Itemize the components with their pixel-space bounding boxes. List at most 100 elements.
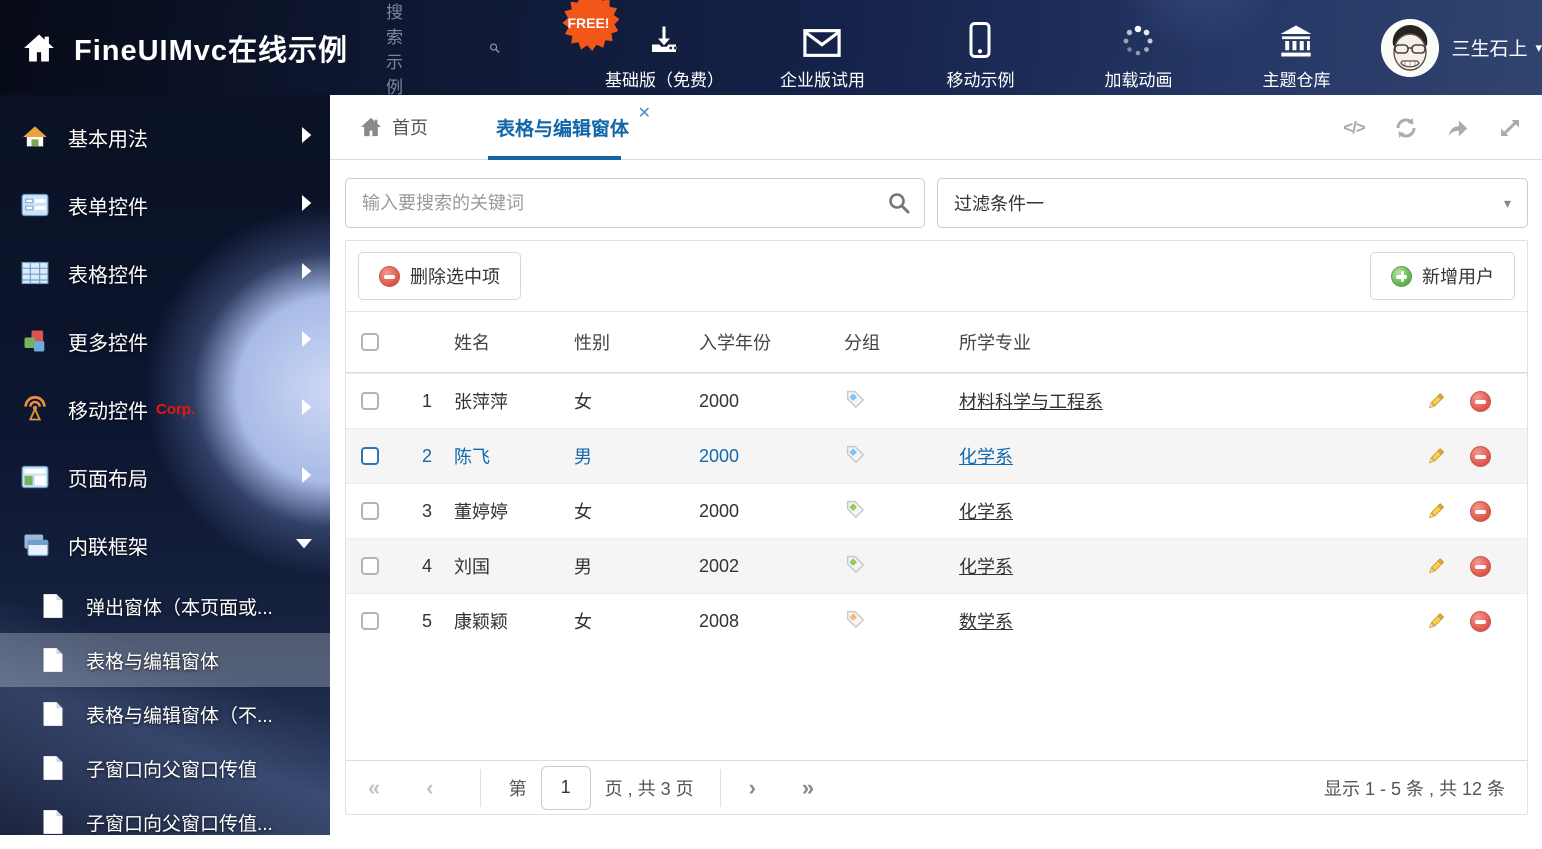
tab-grid-edit-window[interactable]: 表格与编辑窗体 ✕	[487, 95, 651, 160]
edit-icon[interactable]	[1425, 556, 1446, 577]
row-checkbox[interactable]	[361, 502, 379, 520]
search-icon[interactable]	[887, 191, 911, 215]
chevron-right-icon	[300, 330, 312, 352]
col-header-year[interactable]: 入学年份	[699, 329, 844, 355]
sidebar-item-page-layout[interactable]: 页面布局	[0, 443, 330, 511]
pagination-bar: « ‹ 第 页 , 共 3 页 › » 显示 1 - 5 条 , 共 12 条	[346, 760, 1527, 814]
delete-icon[interactable]	[1470, 555, 1491, 577]
col-header-gender[interactable]: 性别	[574, 329, 699, 355]
page-suffix: 页 , 共 3 页	[604, 778, 694, 799]
caret-down-icon: ▾	[1535, 39, 1542, 55]
delete-icon[interactable]	[1470, 390, 1491, 412]
sidebar-item-iframe[interactable]: 内联框架	[0, 511, 330, 579]
page-prefix: 第	[508, 778, 527, 799]
edit-icon[interactable]	[1425, 501, 1446, 522]
major-link[interactable]: 材料科学与工程系	[959, 392, 1103, 412]
page-number-input[interactable]	[540, 765, 591, 810]
grid-icon	[20, 258, 50, 288]
major-link[interactable]: 化学系	[959, 502, 1013, 522]
edit-icon[interactable]	[1425, 391, 1446, 412]
table-row[interactable]: 4 刘国 男 2002 化学系	[346, 538, 1527, 593]
pager-divider	[479, 768, 481, 807]
bank-icon	[1277, 18, 1315, 58]
plus-icon	[1391, 265, 1412, 287]
first-page-button[interactable]: «	[368, 775, 380, 801]
table-row[interactable]: 5 康颖颖 女 2008 数学系	[346, 593, 1527, 648]
sidebar-item-basic-usage[interactable]: 基本用法	[0, 103, 330, 171]
keyword-search	[345, 178, 925, 228]
col-header-name[interactable]: 姓名	[454, 329, 574, 355]
user-name: 三生石上	[1451, 39, 1528, 60]
envelope-icon	[803, 18, 842, 58]
delete-icon[interactable]	[1470, 610, 1491, 632]
sidebar-subitem-grid-edit-window-2[interactable]: 表格与编辑窗体（不...	[0, 687, 330, 741]
sidebar-subitem-popup-window[interactable]: 弹出窗体（本页面或...	[0, 579, 330, 633]
form-icon	[20, 190, 50, 220]
select-all-checkbox[interactable]	[361, 333, 379, 351]
col-header-major[interactable]: 所学专业	[959, 329, 1417, 355]
antenna-icon	[20, 394, 50, 424]
view-source-icon[interactable]: </>	[1342, 116, 1366, 140]
layout-icon	[20, 462, 50, 492]
edit-icon[interactable]	[1425, 611, 1446, 632]
edit-icon[interactable]	[1425, 446, 1446, 467]
delete-icon[interactable]	[1470, 445, 1491, 467]
tab-home[interactable]: 首页	[360, 114, 428, 140]
row-checkbox[interactable]	[361, 392, 379, 410]
add-user-button[interactable]: 新增用户	[1370, 252, 1515, 300]
last-page-button[interactable]: »	[802, 775, 814, 801]
col-header-group[interactable]: 分组	[844, 329, 959, 355]
nav-item-basic-free[interactable]: FREE! 基础版（免费）	[562, 0, 724, 91]
sidebar-subitem-child-to-parent-2[interactable]: 子窗口向父窗口传值...	[0, 795, 330, 849]
tag-icon	[846, 390, 865, 408]
tag-icon	[846, 500, 865, 518]
delete-icon[interactable]	[1470, 500, 1491, 522]
nav-item-loading-animation[interactable]: 加载动画	[1079, 4, 1197, 91]
refresh-icon[interactable]	[1394, 116, 1418, 140]
home-icon	[361, 117, 381, 137]
home-icon[interactable]	[22, 31, 56, 65]
filter-dropdown-value: 过滤条件一	[954, 194, 1044, 214]
sidebar-item-more-controls[interactable]: 更多控件	[0, 307, 330, 375]
sidebar-item-form-controls[interactable]: 表单控件	[0, 171, 330, 239]
top-header: FineUIMvc在线示例 搜索示例 FREE! 基础版（免费） 企业版试用 移…	[0, 0, 1542, 98]
table-row[interactable]: 2 陈飞 男 2000 化学系	[346, 428, 1527, 483]
table-row[interactable]: 3 董婷婷 女 2000 化学系	[346, 483, 1527, 538]
nav-item-enterprise-trial[interactable]: 企业版试用	[763, 4, 881, 91]
major-link[interactable]: 数学系	[959, 612, 1013, 632]
sidebar: 基本用法 表单控件 表格控件 更多控件 移动控件 Corp. 页面布局 内联框架…	[0, 95, 330, 835]
share-icon[interactable]	[1446, 116, 1470, 140]
grid-panel: 删除选中项 新增用户 姓名 性别 入学年份 分组 所学专业 1 张萍萍 女 20…	[345, 240, 1528, 815]
row-checkbox[interactable]	[361, 447, 379, 465]
delete-selected-button[interactable]: 删除选中项	[358, 252, 521, 300]
chevron-right-icon	[300, 194, 312, 216]
user-menu[interactable]: 三生石上 ▾	[1381, 18, 1542, 77]
next-page-button[interactable]: ›	[749, 775, 756, 801]
sidebar-item-grid-controls[interactable]: 表格控件	[0, 239, 330, 307]
avatar	[1381, 18, 1440, 77]
tag-icon	[846, 610, 865, 628]
nav-item-theme-repo[interactable]: 主题仓库	[1237, 4, 1355, 91]
free-badge: FREE!	[562, 0, 620, 51]
sidebar-subitem-child-to-parent[interactable]: 子窗口向父窗口传值	[0, 741, 330, 795]
search-icon[interactable]	[489, 36, 500, 60]
major-link[interactable]: 化学系	[959, 557, 1013, 577]
row-checkbox[interactable]	[361, 612, 379, 630]
header-nav: FREE! 基础版（免费） 企业版试用 移动示例 加载动画 主题仓库	[562, 0, 1355, 91]
frames-icon	[20, 530, 50, 560]
filter-dropdown[interactable]: 过滤条件一 ▾	[937, 178, 1528, 228]
chevron-right-icon	[300, 262, 312, 284]
table-header-row: 姓名 性别 入学年份 分组 所学专业	[346, 311, 1527, 373]
table-row[interactable]: 1 张萍萍 女 2000 材料科学与工程系	[346, 373, 1527, 428]
sidebar-subitem-grid-edit-window[interactable]: 表格与编辑窗体	[0, 633, 330, 687]
major-link[interactable]: 化学系	[959, 447, 1013, 467]
keyword-search-input[interactable]	[345, 178, 925, 228]
expand-icon[interactable]	[1498, 116, 1522, 140]
prev-page-button[interactable]: ‹	[426, 775, 433, 801]
row-checkbox[interactable]	[361, 557, 379, 575]
nav-item-mobile-demo[interactable]: 移动示例	[921, 4, 1039, 91]
sidebar-item-mobile-controls[interactable]: 移动控件 Corp.	[0, 375, 330, 443]
download-icon	[646, 18, 682, 58]
header-search[interactable]: 搜索示例	[386, 0, 500, 98]
close-icon[interactable]: ✕	[638, 103, 651, 123]
